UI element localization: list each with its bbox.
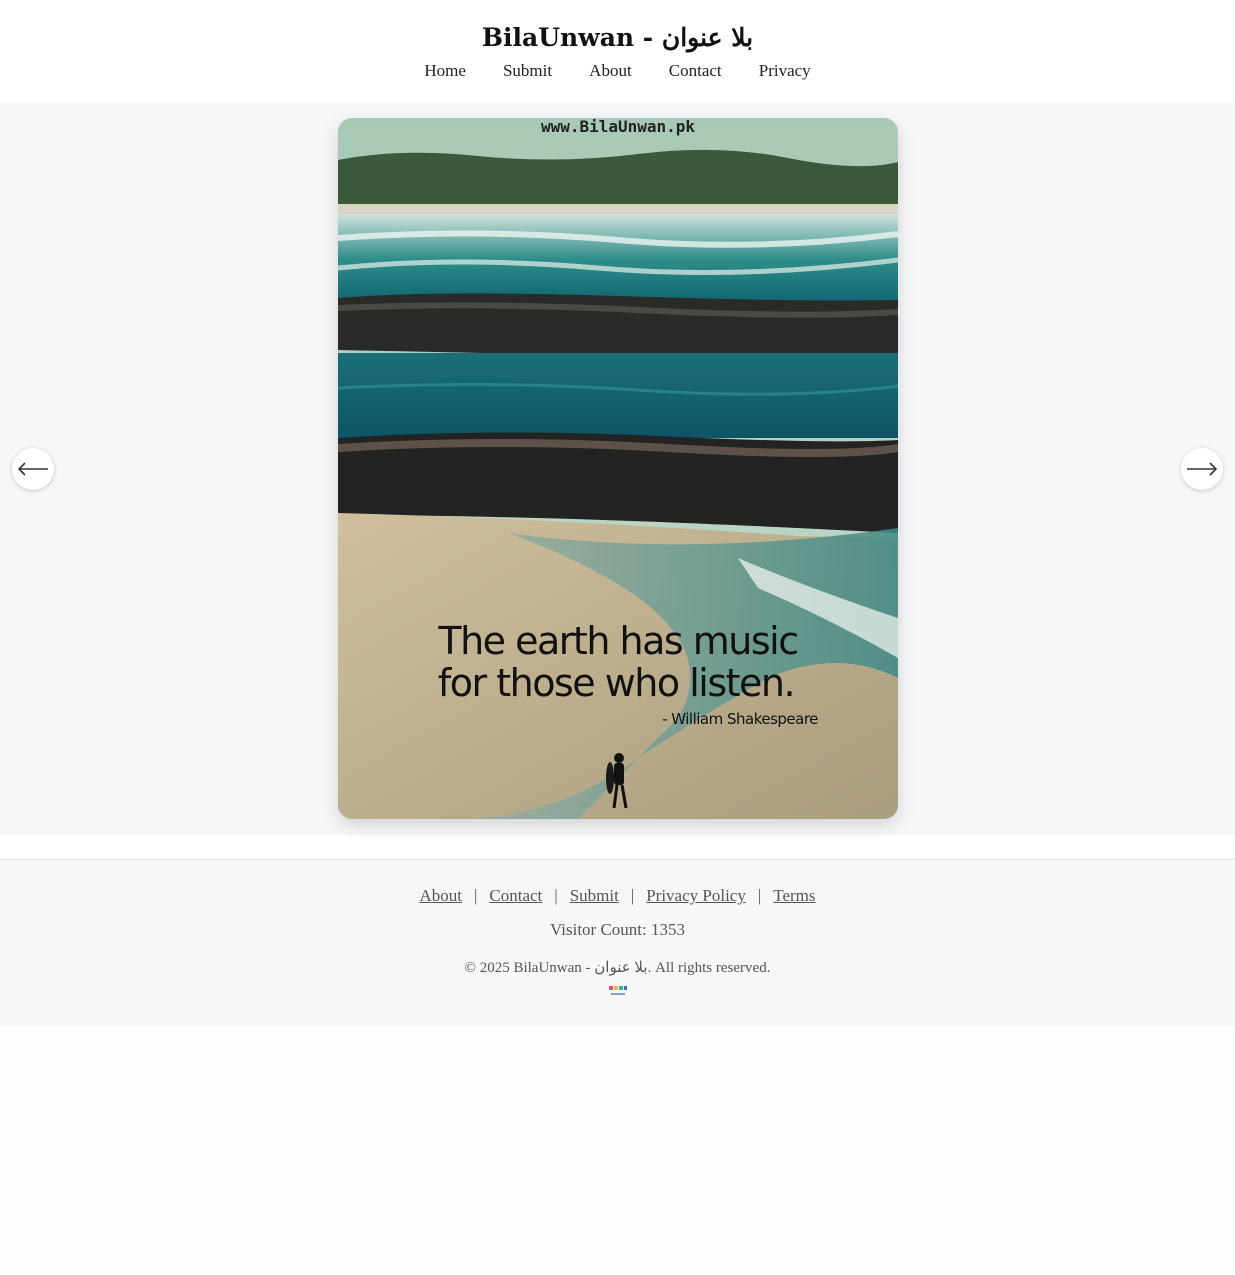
footer-link-terms[interactable]: Terms (773, 886, 815, 905)
site-header: BilaUnwan - بلا عنوان Home Submit About … (0, 0, 1235, 102)
footer-separator: | (757, 886, 762, 905)
arrow-left-icon (17, 462, 48, 476)
nav-contact[interactable]: Contact (669, 61, 722, 81)
main-nav: Home Submit About Contact Privacy (0, 61, 1235, 81)
quote-image-card[interactable]: www.BilaUnwan.pk The earth has music for… (338, 118, 898, 819)
footer-link-submit[interactable]: Submit (570, 886, 619, 905)
visitor-count: Visitor Count: 1353 (550, 920, 685, 939)
nav-home[interactable]: Home (424, 61, 466, 81)
arrow-right-icon (1187, 462, 1218, 476)
site-title[interactable]: BilaUnwan - بلا عنوان (0, 0, 1235, 54)
quote-author: - William Shakespeare (662, 710, 818, 728)
footer-links: About | Contact | Submit | Privacy Policy | Term… (0, 860, 1235, 906)
copyright: © 2025 BilaUnwan - بلا عنوان. All rights… (464, 960, 771, 976)
carousel: www.BilaUnwan.pk The earth has music for… (0, 102, 1235, 835)
footer-separator: | (554, 886, 558, 905)
quote-image: www.BilaUnwan.pk The earth has music for… (338, 118, 898, 819)
quote-line-1: The earth has music (437, 619, 797, 663)
quote-line-2: for those who listen. (438, 661, 794, 705)
nav-privacy[interactable]: Privacy (759, 61, 811, 81)
footer-separator: | (630, 886, 635, 905)
footer-link-about[interactable]: About (419, 886, 462, 905)
nav-submit[interactable]: Submit (503, 61, 552, 81)
footer-link-contact[interactable]: Contact (489, 886, 542, 905)
section-divider (0, 835, 1235, 860)
nav-about[interactable]: About (589, 61, 632, 81)
logo-icon (608, 986, 627, 995)
site-logo-badge[interactable] (0, 985, 1235, 999)
image-watermark: www.BilaUnwan.pk (541, 118, 695, 136)
next-slide-button[interactable] (1181, 448, 1223, 490)
footer-link-privacy-policy[interactable]: Privacy Policy (646, 886, 746, 905)
site-footer: About | Contact | Submit | Privacy Policy | Term… (0, 860, 1235, 1026)
footer-separator: | (473, 886, 478, 905)
prev-slide-button[interactable] (12, 448, 54, 490)
